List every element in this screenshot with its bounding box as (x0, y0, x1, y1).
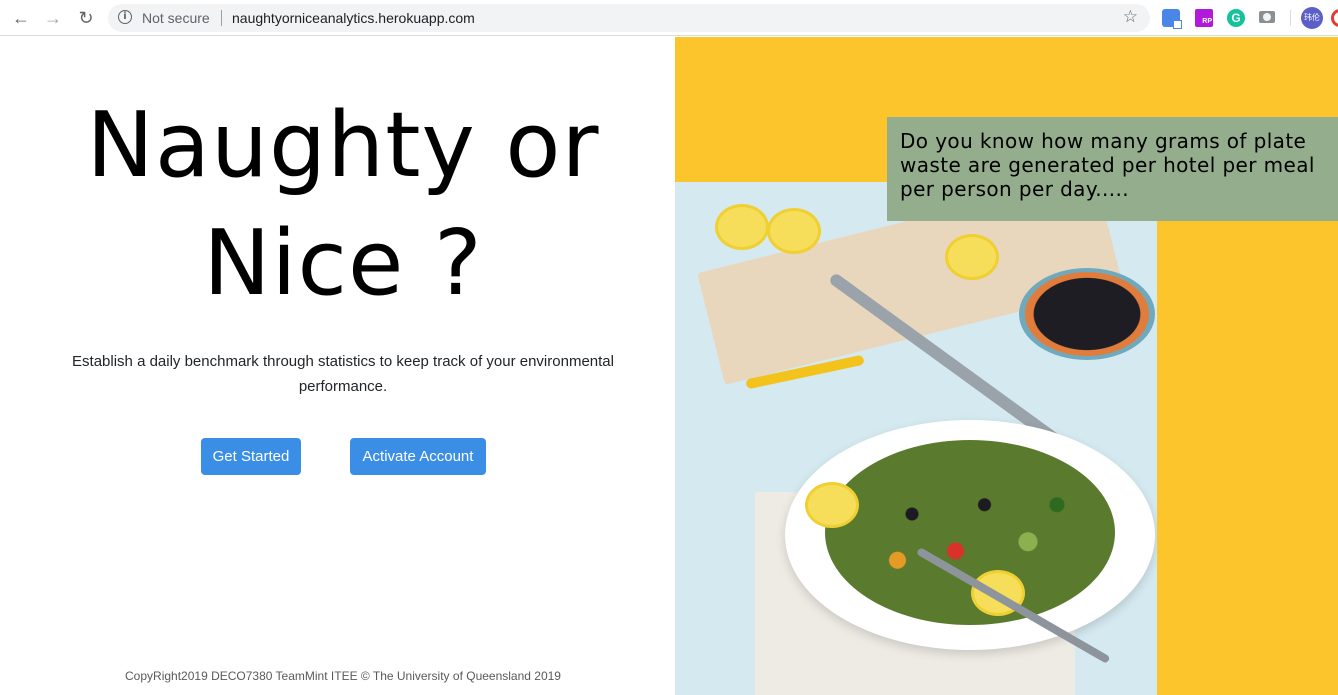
footer-copyright: CopyRight2019 DECO7380 TeamMint ITEE © T… (125, 669, 561, 683)
screenshot-camera-icon[interactable] (1259, 11, 1275, 23)
landing-left-panel: Naughty or Nice ? Establish a daily benc… (0, 37, 675, 695)
browser-toolbar: ← → ↻ i Not secure naughtyorniceanalytic… (0, 0, 1338, 36)
toolbar-divider (1290, 10, 1291, 26)
hero-tagline: Establish a daily benchmark through stat… (72, 353, 614, 395)
profile-avatar[interactable]: 玮伦 (1301, 7, 1323, 29)
food-photo (675, 182, 1157, 695)
forward-arrow-icon[interactable]: → (43, 8, 63, 28)
lemon-slice (945, 234, 999, 280)
hero-title-line-1: Naughty or (86, 93, 600, 198)
rp-extension-icon[interactable]: RP (1195, 9, 1213, 27)
back-arrow-icon[interactable]: ← (11, 8, 31, 28)
plate-waste-callout: Do you know how many grams of plate wast… (887, 117, 1338, 221)
lemon-slice (805, 482, 859, 528)
red-extension-icon[interactable] (1331, 9, 1338, 27)
lemon-slice (767, 208, 821, 254)
info-icon[interactable]: i (118, 10, 132, 24)
get-started-button[interactable]: Get Started (201, 438, 301, 475)
url-text[interactable]: naughtyorniceanalytics.herokuapp.com (232, 10, 475, 26)
google-translate-icon[interactable] (1162, 9, 1182, 29)
plate-waste-question: Do you know how many grams of plate wast… (900, 129, 1315, 201)
security-label[interactable]: Not secure (142, 10, 210, 26)
promo-panel: Do you know how many grams of plate wast… (675, 37, 1338, 695)
bean-bowl (1019, 268, 1155, 360)
address-divider (221, 10, 222, 26)
address-bar[interactable]: i Not secure naughtyorniceanalytics.hero… (108, 4, 1150, 32)
hero-title-line-2: Nice ? (203, 211, 483, 316)
salad (825, 440, 1115, 625)
reload-icon[interactable]: ↻ (76, 8, 96, 28)
activate-account-button[interactable]: Activate Account (350, 438, 486, 475)
lemon-slice (715, 204, 769, 250)
grammarly-icon[interactable]: G (1227, 9, 1245, 27)
bookmark-star-icon[interactable]: ☆ (1123, 7, 1138, 27)
hero-title: Naughty or Nice ? (0, 87, 686, 323)
